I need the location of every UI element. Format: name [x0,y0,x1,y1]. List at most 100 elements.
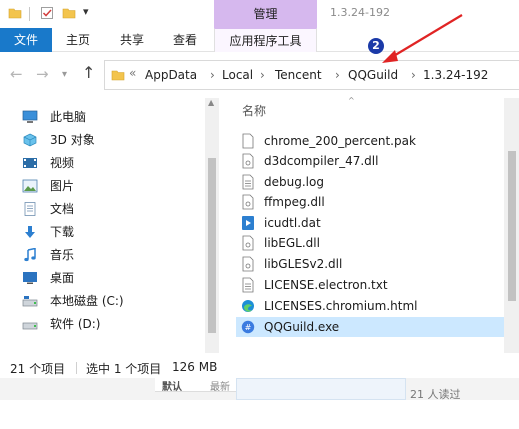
address-bar[interactable]: « AppData › Local › Tencent › QQGuild › … [104,60,519,90]
qqguild-icon: # [241,320,255,334]
file-list: ^ 名称 chrome_200_percent.pak d3dcompiler_… [228,96,519,353]
breadcrumb-separator[interactable]: › [411,68,416,82]
file-name: d3dcompiler_47.dll [264,154,379,168]
text-file-icon [242,277,254,293]
scrollbar-thumb[interactable] [208,158,216,333]
file-explorer-window: ▾ 管理 1.3.24-192 文件 主页 共享 查看 应用程序工具 ← → ▾… [0,0,519,429]
folder-icon [111,70,125,81]
background-page-body [0,400,519,429]
dll-icon [242,194,254,210]
music-icon [24,248,36,262]
background-page: 默认 最新 21 人读过 [0,378,519,429]
file-name: LICENSES.chromium.html [264,299,418,313]
file-row[interactable]: LICENSE.electron.txt [236,275,504,295]
svg-text:#: # [245,323,252,332]
sidebar-item-label: 视频 [50,156,75,170]
scroll-up-icon[interactable]: ▲ [208,98,214,107]
documents-icon [24,202,36,216]
column-header-name[interactable]: 名称 [242,102,266,119]
back-arrow-icon[interactable]: ← [10,65,23,83]
breadcrumb-tencent[interactable]: Tencent [275,68,322,82]
sidebar-item-label: 3D 对象 [50,133,95,147]
dll-icon [242,235,254,251]
file-row[interactable]: icudtl.dat [236,213,504,233]
forward-arrow-icon[interactable]: → [36,65,49,83]
file-name: icudtl.dat [264,216,321,230]
sidebar-item-label: 桌面 [50,271,75,285]
quick-access-separator [29,7,30,21]
download-icon [25,226,35,238]
navigation-bar: ← → ▾ ↑ « AppData › Local › Tencent › QQ… [0,52,519,98]
tab-file[interactable]: 文件 [0,28,52,52]
item-count: 21 个项目 [10,362,66,376]
file-name: ffmpeg.dll [264,195,325,209]
navigation-pane: 此电脑 3D 对象 视频 图片 文档 下载 音乐 桌面 本地磁盘 (C:) 软件… [0,98,218,353]
dll-icon [242,256,254,272]
ribbon-tabs: 文件 主页 共享 查看 应用程序工具 [0,28,519,52]
breadcrumb-separator[interactable]: › [210,68,215,82]
tab-application-tools[interactable]: 应用程序工具 [214,28,317,52]
background-card [236,378,406,400]
selection-size: 126 MB [172,360,218,374]
file-name: libGLESv2.dll [264,257,343,271]
sidebar-item-label: 音乐 [50,248,75,262]
file-row-selected[interactable]: # QQGuild.exe [236,317,504,337]
status-divider [76,362,77,374]
sidebar-item-label: 下载 [50,225,75,239]
recent-locations-chevron-icon[interactable]: ▾ [62,69,67,80]
sidebar-item-label: 软件 (D:) [50,317,101,331]
file-name: QQGuild.exe [264,320,340,334]
title-bar: ▾ 管理 1.3.24-192 [0,0,519,28]
folder-icon[interactable] [8,6,22,20]
scrollbar-thumb[interactable] [508,151,516,301]
drive-d-icon [22,322,38,330]
breadcrumb-separator[interactable]: › [260,68,265,82]
breadcrumb-version[interactable]: 1.3.24-192 [423,68,488,82]
sidebar-item-label: 此电脑 [50,110,87,124]
file-list-scrollbar[interactable] [504,98,519,353]
tab-home[interactable]: 主页 [66,28,90,52]
window-title: 1.3.24-192 [330,6,390,19]
sidebar-item-label: 本地磁盘 (C:) [50,294,124,308]
file-row[interactable]: libEGL.dll [236,233,504,253]
new-folder-icon[interactable] [62,6,76,20]
customize-quick-access-icon[interactable]: ▾ [83,5,89,18]
file-row[interactable]: ffmpeg.dll [236,192,504,212]
breadcrumb-appdata[interactable]: AppData [145,68,197,82]
file-icon [242,133,254,149]
media-file-icon [242,216,254,230]
tab-share[interactable]: 共享 [120,28,144,52]
file-name: libEGL.dll [264,236,320,250]
drive-c-icon [22,296,38,307]
sidebar-item-label: 文档 [50,202,75,216]
dll-icon [242,153,254,169]
edge-icon [242,300,254,312]
file-row[interactable]: chrome_200_percent.pak [236,131,504,151]
background-tab-default: 默认 [162,382,182,393]
navigation-pane-scrollbar[interactable]: ▲ [205,98,219,353]
selection-count: 选中 1 个项目 [86,362,162,376]
breadcrumb-qqguild[interactable]: QQGuild [348,68,398,82]
manage-context-tab[interactable]: 管理 [214,0,317,28]
breadcrumb-separator[interactable]: › [335,68,340,82]
file-row[interactable]: d3dcompiler_47.dll [236,151,504,171]
pictures-icon [22,179,38,193]
background-tab-latest: 最新 [210,382,230,393]
3d-objects-icon [23,133,37,147]
computer-icon [22,110,38,123]
video-icon [23,158,37,168]
sort-ascending-icon: ^ [348,96,355,105]
up-arrow-icon[interactable]: ↑ [82,63,95,82]
path-overflow-icon[interactable]: « [129,66,136,80]
desktop-icon [23,272,37,284]
file-row[interactable]: LICENSES.chromium.html [236,296,504,316]
status-bar: 21 个项目 选中 1 个项目 126 MB [0,356,519,378]
breadcrumb-local[interactable]: Local [222,68,253,82]
properties-icon[interactable] [40,6,54,20]
file-name: debug.log [264,175,324,189]
tab-view[interactable]: 查看 [173,28,197,52]
file-name: chrome_200_percent.pak [264,134,416,148]
sidebar-item-label: 图片 [50,179,75,193]
file-row[interactable]: debug.log [236,172,504,192]
file-row[interactable]: libGLESv2.dll [236,254,504,274]
